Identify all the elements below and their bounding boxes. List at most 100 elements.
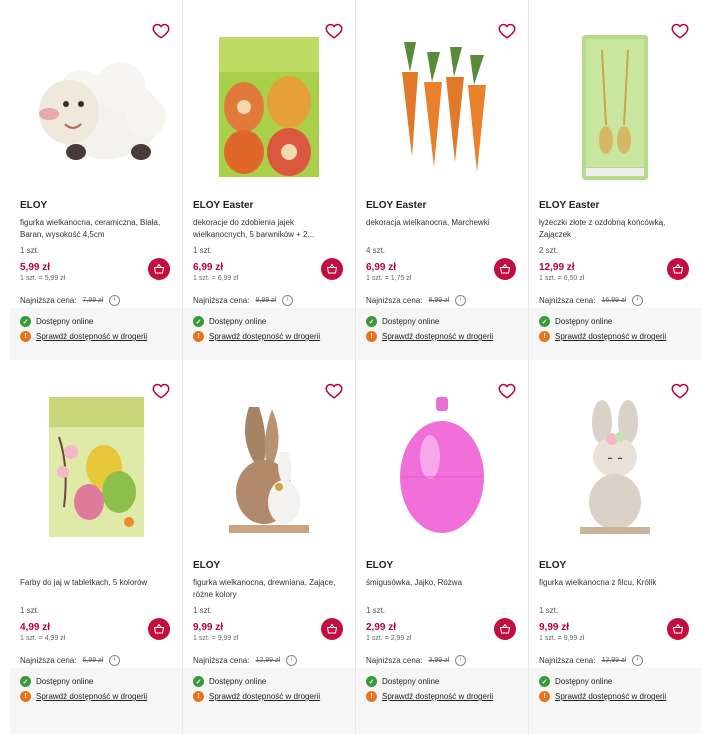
heart-icon[interactable] bbox=[152, 382, 170, 400]
product-description[interactable]: śmigusówka, Jajko, Różwa bbox=[366, 577, 518, 601]
product-image-spoons[interactable] bbox=[529, 32, 701, 182]
product-card[interactable]: ELOY figurka wielkanocna z filcu, Królik… bbox=[529, 360, 701, 734]
check-store-link[interactable]: Sprawdź dostępność w drogerii bbox=[382, 332, 493, 341]
product-description[interactable]: figurka wielkanocna z filcu, Królik bbox=[539, 577, 691, 601]
product-description[interactable]: łyżeczki złote z ozdobną końcówką, Zając… bbox=[539, 217, 691, 241]
check-icon: ✓ bbox=[193, 676, 204, 687]
add-to-cart-button[interactable] bbox=[494, 258, 516, 280]
product-card[interactable]: ELOY Easter dekoracja wielkanocna, March… bbox=[356, 0, 528, 360]
basket-icon bbox=[672, 263, 684, 274]
lowest-price-value: 12,99 zł bbox=[255, 656, 281, 664]
product-image-pink-egg[interactable] bbox=[356, 392, 528, 542]
add-to-cart-button[interactable] bbox=[667, 258, 689, 280]
heart-icon[interactable] bbox=[498, 22, 516, 40]
product-brand: ELOY bbox=[193, 560, 221, 571]
product-card[interactable]: ELOY Easter dekoracje do zdobienia jajek… bbox=[183, 0, 355, 360]
check-store-link[interactable]: Sprawdź dostępność w drogerii bbox=[36, 332, 147, 341]
heart-icon[interactable] bbox=[671, 22, 689, 40]
online-status: Dostępny online bbox=[36, 677, 94, 686]
product-description[interactable]: figurka wielkanocna, drewniana, Zające, … bbox=[193, 577, 345, 601]
product-description[interactable]: Farby do jaj w tabletkach, 5 kolorów bbox=[20, 577, 172, 601]
add-to-cart-button[interactable] bbox=[321, 618, 343, 640]
product-quantity: 1 szt. bbox=[366, 606, 386, 615]
heart-icon[interactable] bbox=[498, 382, 516, 400]
info-icon[interactable]: i bbox=[632, 294, 644, 306]
product-image-wooden-bunnies[interactable] bbox=[183, 392, 355, 542]
check-store-link[interactable]: Sprawdź dostępność w drogerii bbox=[36, 692, 147, 701]
product-description[interactable]: dekoracje do zdobienia jajek wielkanocny… bbox=[193, 217, 345, 241]
info-icon[interactable]: i bbox=[286, 654, 298, 666]
info-icon[interactable]: i bbox=[109, 654, 121, 666]
product-image-felt-bunny[interactable] bbox=[529, 392, 701, 542]
product-card[interactable]: ELOY figurka wielkanocna, ceramiczna, Bi… bbox=[10, 0, 182, 360]
lowest-price: Najniższa cena: 12,99 zł i bbox=[539, 654, 701, 666]
lowest-price-value: 6,99 zł bbox=[82, 656, 104, 664]
availability: ✓ Dostępny online ! Sprawdź dostępność w d… bbox=[183, 308, 355, 360]
availability: ✓ Dostępny online ! Sprawdź dostępność w d… bbox=[10, 668, 182, 734]
lowest-price: Najniższa cena: 8,99 zł i bbox=[193, 294, 355, 306]
product-brand bbox=[20, 560, 182, 573]
product-card[interactable]: ELOY śmigusówka, Jajko, Różwa 1 szt. 2,9… bbox=[356, 360, 528, 734]
online-status: Dostępny online bbox=[209, 677, 267, 686]
product-quantity: 2 szt. bbox=[539, 246, 559, 255]
heart-icon[interactable] bbox=[325, 22, 343, 40]
product-brand: ELOY bbox=[366, 560, 394, 571]
product-image-carrots[interactable] bbox=[356, 32, 528, 182]
product-description[interactable]: figurka wielkanocna, ceramiczna, Biała, … bbox=[20, 217, 172, 241]
product-card[interactable]: ELOY figurka wielkanocna, drewniana, Zaj… bbox=[183, 360, 355, 734]
add-to-cart-button[interactable] bbox=[667, 618, 689, 640]
product-brand: ELOY Easter bbox=[193, 200, 254, 211]
check-icon: ✓ bbox=[539, 316, 550, 327]
heart-icon[interactable] bbox=[152, 22, 170, 40]
product-image-egg-paints[interactable] bbox=[10, 392, 182, 542]
availability: ✓ Dostępny online ! Sprawdź dostępność w d… bbox=[10, 308, 182, 360]
info-icon[interactable]: i bbox=[109, 294, 121, 306]
product-brand: ELOY bbox=[539, 560, 567, 571]
check-icon: ✓ bbox=[539, 676, 550, 687]
basket-icon bbox=[499, 623, 511, 634]
check-icon: ✓ bbox=[366, 316, 377, 327]
check-store-link[interactable]: Sprawdź dostępność w drogerii bbox=[209, 332, 320, 341]
check-icon: ✓ bbox=[193, 316, 204, 327]
online-status: Dostępny online bbox=[382, 677, 440, 686]
lowest-price-value: 8,99 zł bbox=[428, 296, 450, 304]
online-status: Dostępny online bbox=[36, 317, 94, 326]
add-to-cart-button[interactable] bbox=[494, 618, 516, 640]
product-brand: ELOY Easter bbox=[366, 200, 427, 211]
product-card[interactable]: Farby do jaj w tabletkach, 5 kolorów 1 s… bbox=[10, 360, 182, 734]
lowest-price: Najniższa cena: 3,99 zł i bbox=[366, 654, 528, 666]
check-store-link[interactable]: Sprawdź dostępność w drogerii bbox=[382, 692, 493, 701]
heart-icon[interactable] bbox=[325, 382, 343, 400]
info-icon[interactable]: i bbox=[632, 654, 644, 666]
warning-icon: ! bbox=[193, 691, 204, 702]
product-quantity: 1 szt. bbox=[193, 606, 213, 615]
product-card[interactable]: ELOY Easter łyżeczki złote z ozdobną koń… bbox=[529, 0, 701, 360]
lowest-price-value: 8,99 zł bbox=[255, 296, 277, 304]
info-icon[interactable]: i bbox=[455, 654, 467, 666]
product-image-sheep[interactable] bbox=[10, 32, 182, 182]
check-store-link[interactable]: Sprawdź dostępność w drogerii bbox=[555, 692, 666, 701]
info-icon[interactable]: i bbox=[282, 294, 294, 306]
availability: ✓ Dostępny online ! Sprawdź dostępność w d… bbox=[356, 668, 528, 734]
basket-icon bbox=[326, 623, 338, 634]
basket-icon bbox=[153, 263, 165, 274]
product-description[interactable]: dekoracja wielkanocna, Marchewki bbox=[366, 217, 518, 241]
basket-icon bbox=[499, 263, 511, 274]
check-store-link[interactable]: Sprawdź dostępność w drogerii bbox=[209, 692, 320, 701]
heart-icon[interactable] bbox=[671, 382, 689, 400]
add-to-cart-button[interactable] bbox=[321, 258, 343, 280]
lowest-price-value: 7,99 zł bbox=[82, 296, 104, 304]
online-status: Dostępny online bbox=[555, 677, 613, 686]
add-to-cart-button[interactable] bbox=[148, 258, 170, 280]
warning-icon: ! bbox=[539, 331, 550, 342]
product-image-egg-decoration[interactable] bbox=[183, 32, 355, 182]
availability: ✓ Dostępny online ! Sprawdź dostępność w d… bbox=[529, 308, 701, 360]
check-store-link[interactable]: Sprawdź dostępność w drogerii bbox=[555, 332, 666, 341]
check-icon: ✓ bbox=[20, 676, 31, 687]
lowest-price-value: 3,99 zł bbox=[428, 656, 450, 664]
basket-icon bbox=[153, 623, 165, 634]
info-icon[interactable]: i bbox=[455, 294, 467, 306]
add-to-cart-button[interactable] bbox=[148, 618, 170, 640]
online-status: Dostępny online bbox=[555, 317, 613, 326]
warning-icon: ! bbox=[193, 331, 204, 342]
